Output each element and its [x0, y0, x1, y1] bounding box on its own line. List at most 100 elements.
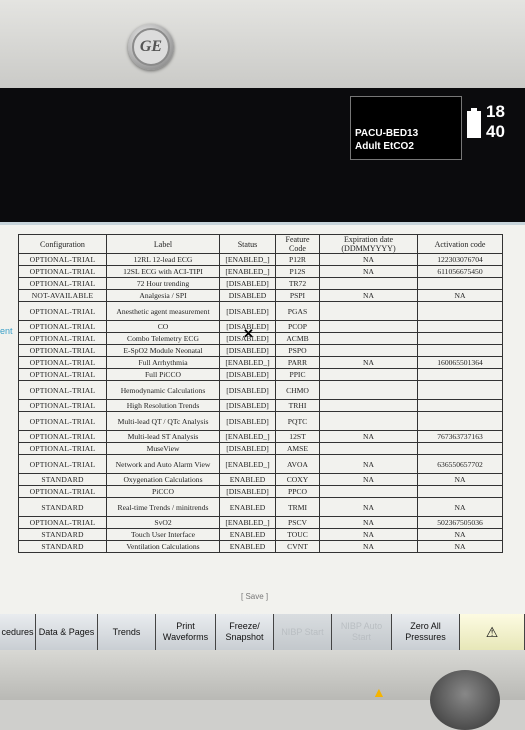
battery-icon	[467, 108, 481, 138]
zero-all-pressures-button[interactable]: Zero All Pressures	[392, 614, 460, 650]
data-pages-button[interactable]: Data & Pages	[36, 614, 98, 650]
activation-cell	[417, 344, 503, 357]
alarm-icon[interactable]: ⚠	[460, 614, 525, 650]
configuration-cell: OPTIONAL-TRIAL	[18, 442, 107, 455]
label-cell: CO	[106, 320, 220, 333]
trends-button[interactable]: Trends	[98, 614, 156, 650]
expiration-cell: NA	[319, 253, 418, 266]
configuration-cell: OPTIONAL-TRIAL	[18, 356, 107, 369]
configuration-cell: OPTIONAL-TRIAL	[18, 368, 107, 381]
table-row: STANDARD Touch User Interface ENABLED TOUC N…	[18, 528, 503, 541]
nibp-start-button[interactable]: NIBP Start	[274, 614, 332, 650]
rotary-knob[interactable]	[430, 670, 500, 730]
activation-cell	[417, 399, 503, 412]
feature-code-cell: PPCO	[275, 485, 320, 498]
label-cell: SvO2	[106, 516, 220, 529]
table-row: STANDARD Oxygenation Calculations ENABLED C…	[18, 473, 503, 486]
save-button[interactable]: [ Save ]	[241, 592, 268, 601]
status-cell: [DISABLED]	[219, 399, 276, 412]
table-row: OPTIONAL-TRIAL Network and Auto Alarm Vie…	[18, 454, 503, 474]
activation-cell: 160065501364	[417, 356, 503, 369]
activation-cell	[417, 332, 503, 345]
warning-triangle-icon: ▲	[372, 684, 386, 700]
expiration-cell	[319, 368, 418, 381]
table-row: OPTIONAL-TRIAL Anesthetic agent measureme…	[18, 301, 503, 321]
feature-code-cell: PSPI	[275, 289, 320, 302]
nibp-auto-start-button[interactable]: NIBP Auto Start	[332, 614, 392, 650]
status-cell: ENABLED	[219, 528, 276, 541]
expiration-cell: NA	[319, 430, 418, 443]
activation-cell	[417, 301, 503, 321]
configuration-cell: OPTIONAL-TRIAL	[18, 253, 107, 266]
configuration-cell: OPTIONAL-TRIAL	[18, 454, 107, 474]
configuration-cell: OPTIONAL-TRIAL	[18, 485, 107, 498]
feature-code-cell: PCOP	[275, 320, 320, 333]
label-cell: Multi-lead ST Analysis	[106, 430, 220, 443]
expiration-cell: NA	[319, 516, 418, 529]
feature-code-cell: PQTC	[275, 411, 320, 431]
status-cell: [DISABLED]	[219, 442, 276, 455]
feature-code-cell: 12ST	[275, 430, 320, 443]
feature-code-cell: TRMI	[275, 497, 320, 517]
feature-config-table: Configuration Label Status Feature Code …	[18, 234, 503, 553]
header-status: Status	[219, 234, 276, 254]
status-cell: [DISABLED]	[219, 411, 276, 431]
expiration-cell	[319, 442, 418, 455]
table-row: OPTIONAL-TRIAL 12SL ECG with ACI-TIPI [ENA…	[18, 265, 503, 278]
status-cell: [ENABLED_]	[219, 430, 276, 443]
feature-code-cell: P12S	[275, 265, 320, 278]
table-row: NOT-AVAILABLE Analgesia / SPI DISABLED PSPI…	[18, 289, 503, 302]
status-cell: ENABLED	[219, 497, 276, 517]
feature-code-cell: CHMO	[275, 380, 320, 400]
expiration-cell: NA	[319, 356, 418, 369]
label-cell: Network and Auto Alarm View	[106, 454, 220, 474]
table-row: OPTIONAL-TRIAL E-SpO2 Module Neonatal [DIS…	[18, 344, 503, 357]
activation-cell: 611056675450	[417, 265, 503, 278]
expiration-cell	[319, 344, 418, 357]
label-cell: High Resolution Trends	[106, 399, 220, 412]
table-row: OPTIONAL-TRIAL CO [DISABLED] PCOP	[18, 320, 503, 333]
configuration-cell: OPTIONAL-TRIAL	[18, 320, 107, 333]
table-row: OPTIONAL-TRIAL Hemodynamic Calculations [D…	[18, 380, 503, 400]
activation-cell	[417, 485, 503, 498]
status-cell: [ENABLED_]	[219, 253, 276, 266]
activation-cell	[417, 368, 503, 381]
mode-label: Adult EtCO2	[355, 141, 414, 152]
header-label: Label	[106, 234, 220, 254]
expiration-cell: NA	[319, 473, 418, 486]
activation-cell: 636550657702	[417, 454, 503, 474]
feature-code-cell: PGAS	[275, 301, 320, 321]
label-cell: Real-time Trends / minitrends	[106, 497, 220, 517]
patient-status-box[interactable]: PACU-BED13 Adult EtCO2	[350, 96, 462, 160]
feature-code-cell: ACMB	[275, 332, 320, 345]
expiration-cell: NA	[319, 265, 418, 278]
status-cell: DISABLED	[219, 289, 276, 302]
expiration-cell: NA	[319, 528, 418, 541]
label-cell: Oxygenation Calculations	[106, 473, 220, 486]
activation-cell	[417, 411, 503, 431]
feature-code-cell: CVNT	[275, 540, 320, 553]
activation-cell	[417, 380, 503, 400]
configuration-cell: OPTIONAL-TRIAL	[18, 516, 107, 529]
label-cell: Ventilation Calculations	[106, 540, 220, 553]
procedures-button[interactable]: cedures	[0, 614, 36, 650]
table-row: OPTIONAL-TRIAL 12RL 12-lead ECG [ENABLED_]…	[18, 253, 503, 266]
feature-code-cell: AVOA	[275, 454, 320, 474]
activation-cell: NA	[417, 473, 503, 486]
table-row: OPTIONAL-TRIAL Combo Telemetry ECG [DISABL…	[18, 332, 503, 345]
table-row: OPTIONAL-TRIAL SvO2 [ENABLED_] PSCV NA 502367…	[18, 516, 503, 529]
header-configuration: Configuration	[18, 234, 107, 254]
expiration-cell	[319, 277, 418, 290]
table-row: OPTIONAL-TRIAL PiCCO [DISABLED] PPCO	[18, 485, 503, 498]
label-cell: Combo Telemetry ECG	[106, 332, 220, 345]
configuration-cell: OPTIONAL-TRIAL	[18, 301, 107, 321]
bed-label: PACU-BED13	[355, 128, 419, 139]
print-waveforms-button[interactable]: Print Waveforms	[156, 614, 216, 650]
table-row: OPTIONAL-TRIAL MuseView [DISABLED] AMSE	[18, 442, 503, 455]
configuration-cell: OPTIONAL-TRIAL	[18, 380, 107, 400]
expiration-cell: NA	[319, 454, 418, 474]
activation-cell: 767363737163	[417, 430, 503, 443]
configuration-cell: STANDARD	[18, 540, 107, 553]
freeze-snapshot-button[interactable]: Freeze/ Snapshot	[216, 614, 274, 650]
label-cell: MuseView	[106, 442, 220, 455]
